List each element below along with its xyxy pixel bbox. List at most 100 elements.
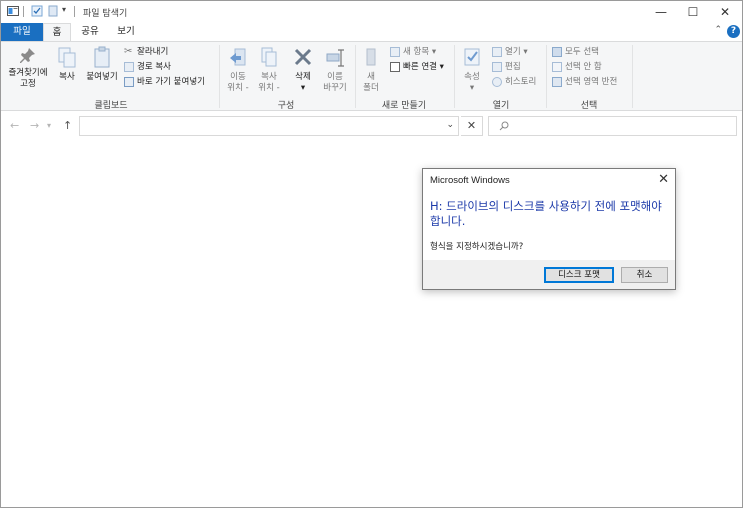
paste-button[interactable]: 붙여넣기 — [83, 46, 121, 83]
pin-to-quick-access-button[interactable]: 즐겨찾기에 고정 — [5, 46, 51, 90]
cut-button[interactable]: ✂ 잘라내기 — [124, 45, 168, 59]
new-group-label: 새로 만들기 — [381, 101, 427, 111]
tab-view[interactable]: 보기 — [111, 23, 141, 41]
new-folder-button[interactable]: 새 폴더 — [358, 46, 384, 94]
group-separator — [546, 45, 547, 108]
rename-button[interactable]: 이름 바꾸기 — [319, 46, 351, 94]
copy-path-label: 경로 복사 — [137, 62, 171, 72]
new-item-button[interactable]: 새 항목 ▾ — [390, 45, 436, 59]
properties-button[interactable]: 속성 ▾ — [458, 46, 486, 94]
open-button[interactable]: 열기 ▾ — [492, 45, 528, 59]
select-none-icon — [552, 61, 562, 72]
group-separator — [632, 45, 633, 108]
dialog-close-button[interactable]: ✕ — [658, 172, 669, 187]
qa-separator — [23, 6, 24, 17]
copy-label: 복사 — [59, 72, 75, 82]
address-clear-button[interactable]: ✕ — [461, 116, 483, 136]
rename-label: 이름 바꾸기 — [323, 72, 347, 93]
paste-label: 붙여넣기 — [86, 72, 118, 82]
delete-button[interactable]: 삭제 ▾ — [289, 46, 317, 94]
easy-access-icon — [390, 61, 400, 72]
select-all-label: 모두 선택 — [565, 47, 599, 57]
new-item-icon — [390, 46, 400, 57]
delete-label: 삭제 ▾ — [295, 72, 311, 93]
invert-selection-label: 선택 영역 반전 — [565, 77, 618, 87]
clipboard-group-label: 클립보드 — [94, 101, 128, 111]
group-separator — [219, 45, 220, 108]
select-all-button[interactable]: 모두 선택 — [552, 45, 599, 59]
quick-access-dropdown-icon[interactable]: ▾ — [62, 5, 66, 14]
edit-button[interactable]: 편집 — [492, 60, 521, 74]
paste-shortcut-label: 바로 가기 붙여넣기 — [137, 77, 205, 87]
group-separator — [355, 45, 356, 108]
properties-label: 속성 ▾ — [464, 72, 480, 93]
history-icon — [492, 76, 502, 87]
title-bar: ▾ 파일 탐색기 — ☐ ✕ — [1, 1, 742, 23]
scissors-icon: ✂ — [124, 45, 133, 57]
invert-selection-button[interactable]: 선택 영역 반전 — [552, 75, 617, 89]
copy-path-icon — [124, 61, 134, 72]
close-button[interactable]: ✕ — [708, 1, 742, 23]
select-none-button[interactable]: 선택 안 함 — [552, 60, 602, 74]
copy-to-label: 복사 위치 - — [258, 72, 280, 93]
up-arrow-icon[interactable]: ↑ — [63, 119, 72, 132]
collapse-ribbon-icon[interactable]: ⌃ — [714, 25, 722, 35]
help-icon[interactable]: ? — [727, 25, 740, 38]
file-explorer-window: ▾ 파일 탐색기 — ☐ ✕ 파일 홈 공유 보기 ⌃ ? 즐겨찾기에 고정 복… — [0, 0, 743, 508]
organize-group-label: 구성 — [277, 101, 295, 111]
dialog-message: H: 드라이브의 디스크를 사용하기 전에 포맷해야 합니다. — [430, 199, 662, 228]
tab-share[interactable]: 공유 — [75, 23, 105, 41]
open-icon — [492, 46, 502, 57]
address-bar[interactable]: ⌄ — [79, 116, 459, 136]
format-disk-button[interactable]: 디스크 포맷 — [544, 267, 614, 283]
recent-locations-icon[interactable]: ▾ — [47, 121, 51, 130]
cancel-button[interactable]: 취소 — [621, 267, 668, 283]
move-to-button[interactable]: 이동 위치 - — [223, 46, 253, 94]
select-all-icon — [552, 46, 562, 57]
window-title: 파일 탐색기 — [83, 9, 128, 19]
select-group-label: 선택 — [580, 101, 598, 111]
copy-to-icon — [261, 47, 277, 67]
new-folder-icon — [366, 48, 376, 66]
properties-icon — [464, 48, 480, 66]
group-separator — [454, 45, 455, 108]
open-label: 열기 ▾ — [505, 47, 528, 57]
ribbon: 즐겨찾기에 고정 복사 붙여넣기 ✂ 잘라내기 경로 복사 바로 가기 붙여넣기 … — [1, 41, 742, 111]
new-folder-quick-icon[interactable] — [47, 5, 59, 17]
new-item-label: 새 항목 ▾ — [403, 47, 437, 57]
ribbon-tabs: 파일 홈 공유 보기 — [1, 23, 742, 42]
explorer-app-icon[interactable] — [7, 5, 19, 17]
back-arrow-icon[interactable]: ← — [10, 119, 19, 132]
copy-to-button[interactable]: 복사 위치 - — [254, 46, 284, 94]
open-group-label: 열기 — [492, 101, 510, 111]
copy-icon — [58, 47, 76, 68]
search-box[interactable] — [488, 116, 737, 136]
tab-home[interactable]: 홈 — [43, 23, 71, 42]
easy-access-label: 빠른 연결 ▾ — [403, 62, 444, 72]
edit-icon — [492, 61, 502, 72]
minimize-button[interactable]: — — [644, 1, 678, 23]
dialog-footer: 디스크 포맷 취소 — [423, 260, 675, 289]
address-dropdown-icon[interactable]: ⌄ — [446, 120, 454, 130]
move-to-icon — [230, 48, 246, 66]
tab-file[interactable]: 파일 — [1, 23, 43, 41]
properties-quick-icon[interactable] — [31, 5, 43, 17]
qa-separator — [74, 6, 75, 17]
rename-icon — [326, 49, 344, 67]
paste-shortcut-button[interactable]: 바로 가기 붙여넣기 — [124, 75, 205, 89]
pin-icon — [20, 48, 35, 63]
new-folder-label: 새 폴더 — [363, 72, 379, 93]
paste-shortcut-icon — [124, 76, 134, 87]
copy-button[interactable]: 복사 — [53, 46, 81, 83]
history-button[interactable]: 히스토리 — [492, 75, 536, 89]
cut-label: 잘라내기 — [137, 47, 169, 57]
delete-x-icon — [294, 48, 312, 66]
paste-icon — [94, 46, 110, 68]
copy-path-button[interactable]: 경로 복사 — [124, 60, 171, 74]
easy-access-button[interactable]: 빠른 연결 ▾ — [390, 60, 444, 74]
maximize-button[interactable]: ☐ — [676, 1, 710, 23]
dialog-title: Microsoft Windows — [430, 175, 510, 186]
dialog-question: 형식을 지정하시겠습니까? — [430, 242, 524, 252]
forward-arrow-icon[interactable]: → — [30, 119, 39, 132]
format-disk-dialog: Microsoft Windows ✕ H: 드라이브의 디스크를 사용하기 전… — [422, 168, 676, 290]
